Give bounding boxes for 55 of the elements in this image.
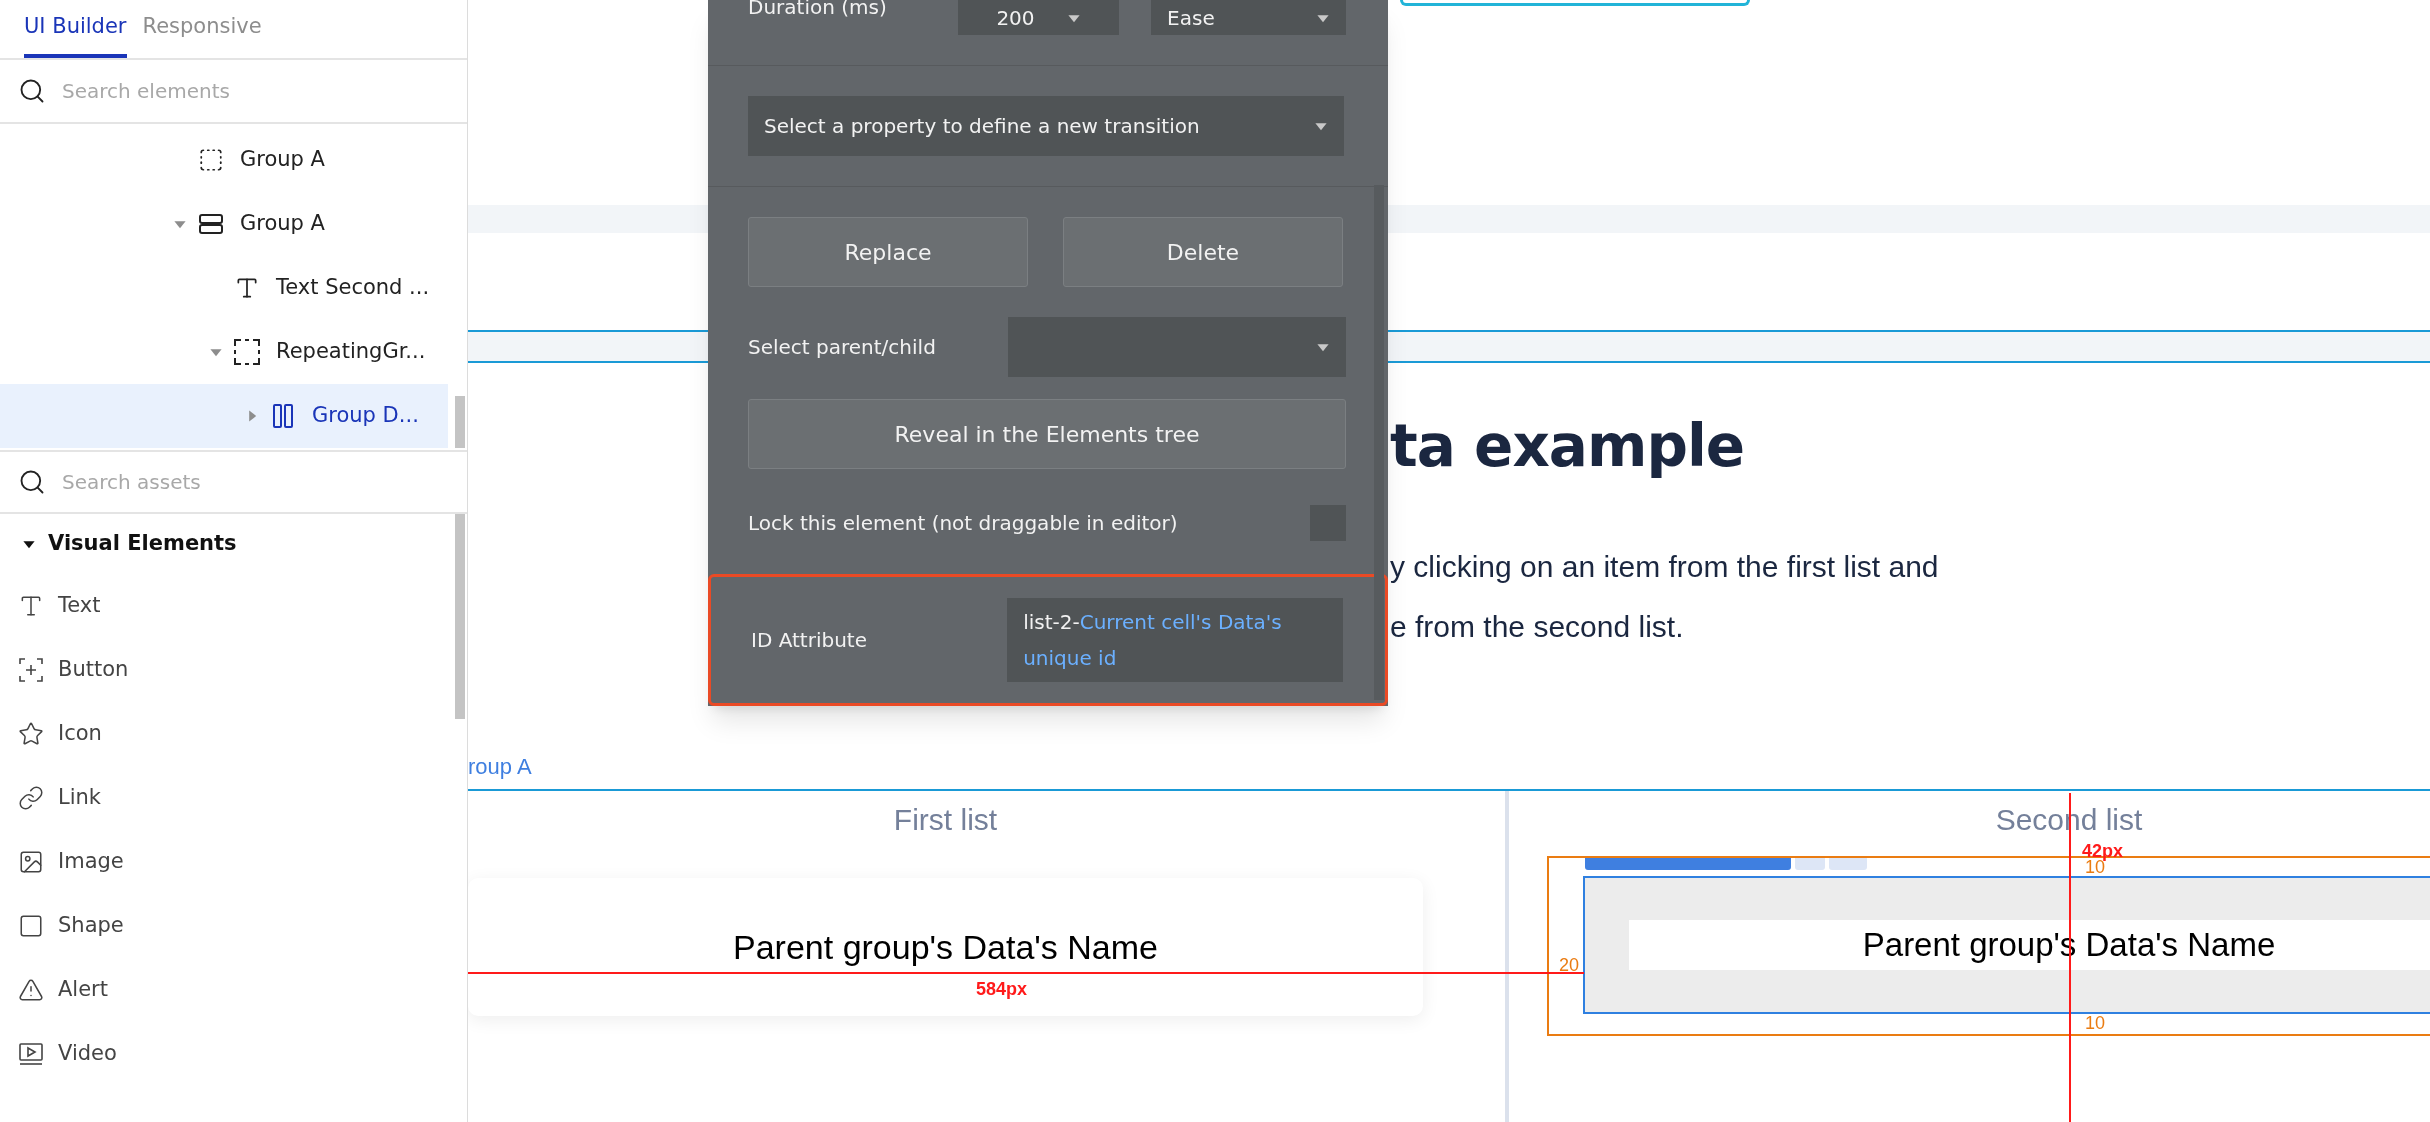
tree-item-label: RepeatingGr... <box>276 338 426 366</box>
cell-text: Parent group's Data's Name <box>733 926 1158 968</box>
measure-label: 584px <box>976 978 1028 1001</box>
list-title: First list <box>893 802 998 838</box>
page-description: y clicking on an item from the first list and e from the second list. <box>1390 549 1940 645</box>
image-icon <box>18 849 44 875</box>
scrollbar-thumb <box>455 396 465 448</box>
star-icon <box>18 721 44 747</box>
dashed-square-icon <box>198 147 224 173</box>
link-icon <box>18 785 44 811</box>
group-label: roup A <box>468 753 533 781</box>
columns-icon <box>272 403 294 429</box>
tree-item[interactable]: Text Second ... <box>0 256 448 320</box>
action-button[interactable]: Replace <box>748 217 1028 287</box>
square-icon <box>18 913 44 939</box>
video-icon <box>18 1041 44 1067</box>
tree-item[interactable]: Group D... <box>0 384 448 448</box>
tree-item[interactable]: RepeatingGr... <box>0 320 448 384</box>
spacing-label: 10 <box>2085 1012 2106 1035</box>
action-button[interactable]: Delete <box>1063 217 1343 287</box>
asset-item[interactable]: Button <box>0 638 467 702</box>
id-attribute-field[interactable]: list-2-Current cell's Data's unique id <box>1007 598 1343 682</box>
spacing-label: 20 <box>1559 954 1580 977</box>
asset-item[interactable]: Text <box>0 574 467 638</box>
checkbox-label: Lock this element (not draggable in editor) <box>748 510 1178 537</box>
tree-item[interactable]: Group A <box>0 192 448 256</box>
tree-item[interactable]: Group A <box>0 128 448 192</box>
page-heading: ta example <box>1390 411 1746 481</box>
asset-item[interactable]: Video <box>0 1022 467 1086</box>
asset-item[interactable]: Alert <box>0 958 467 1022</box>
reveal-button[interactable]: Reveal in the Elements tree <box>748 399 1346 469</box>
field-label: ID Attribute <box>751 627 868 654</box>
panel-tab[interactable]: UI Builder <box>24 10 127 58</box>
asset-item[interactable]: Link <box>0 766 467 830</box>
tree-item-label: Group D... <box>312 402 419 430</box>
transition-dropdown[interactable]: Select a property to define a new transition <box>748 96 1344 156</box>
asset-item[interactable]: Image <box>0 830 467 894</box>
easing-dropdown[interactable]: Ease <box>1151 0 1346 35</box>
tree-item-label: Group A <box>240 210 325 238</box>
button-icon <box>18 657 44 683</box>
search-field[interactable]: Search elements <box>62 76 449 106</box>
field-label: Select parent/child <box>748 334 937 361</box>
asset-item[interactable]: Shape <box>0 894 467 958</box>
duration-dropdown[interactable]: 200 <box>957 0 1120 35</box>
tree-item-label: Text Second ... <box>276 274 430 302</box>
tree-item-label: Group A <box>240 146 325 174</box>
section-header[interactable]: Visual Elements <box>0 514 467 574</box>
search-icon <box>18 77 46 105</box>
text-icon <box>234 275 260 301</box>
search-icon <box>18 468 46 496</box>
dashed-corners-icon <box>233 338 261 366</box>
search-field[interactable]: Search assets <box>62 467 449 497</box>
warning-icon <box>18 977 44 1003</box>
asset-item[interactable]: Icon <box>0 702 467 766</box>
stacked-rows-icon <box>198 212 224 236</box>
